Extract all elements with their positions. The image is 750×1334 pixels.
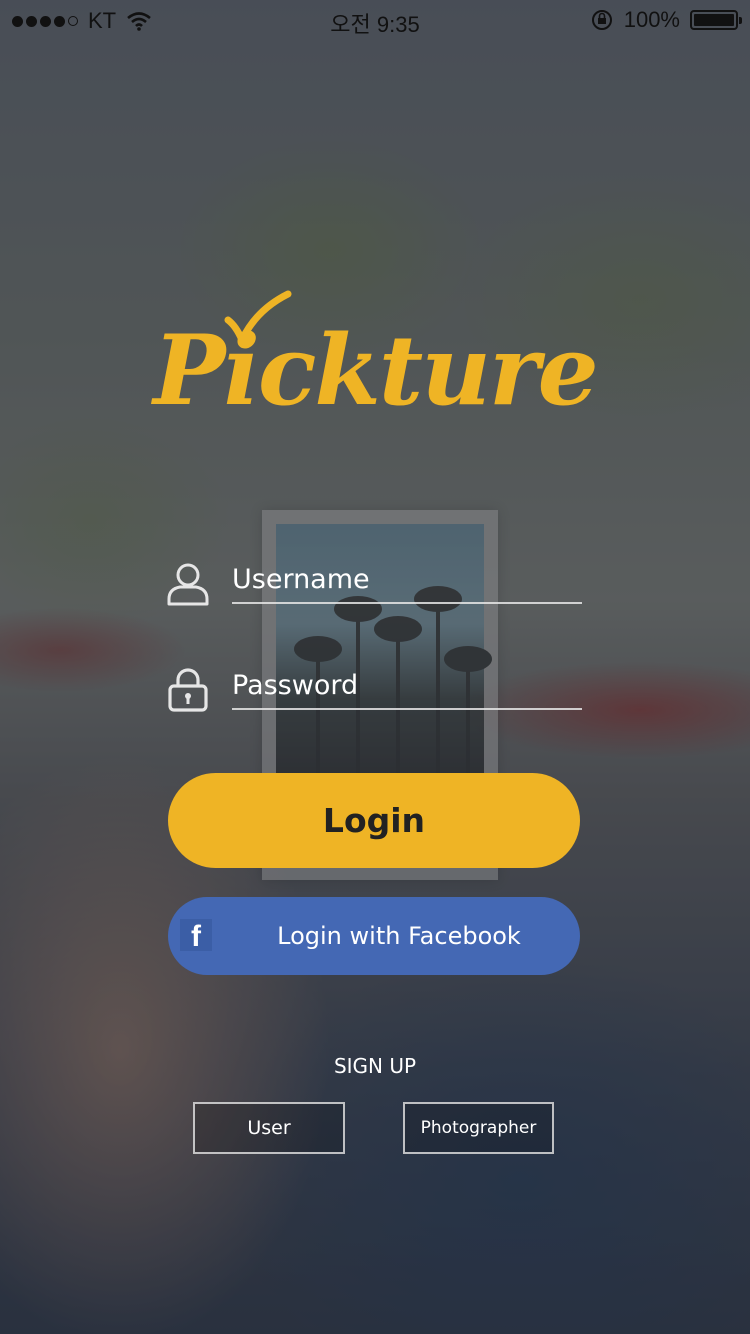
lock-icon: [168, 668, 208, 712]
password-input[interactable]: [232, 662, 582, 710]
facebook-login-label: Login with Facebook: [277, 922, 521, 950]
battery-percentage: 100%: [623, 7, 680, 32]
username-field: [166, 556, 582, 616]
signup-heading: SIGN UP: [333, 1054, 417, 1078]
facebook-login-button[interactable]: f Login with Facebook: [168, 897, 580, 975]
signup-user-button[interactable]: User: [193, 1102, 345, 1154]
battery-icon: [690, 10, 742, 30]
status-bar: KT 오전 9:35 100%: [0, 0, 750, 40]
login-screen: KT 오전 9:35 100% Pickture Username Login …: [0, 0, 750, 1334]
app-logo: Pickture: [130, 290, 620, 430]
orientation-lock-icon: [591, 10, 612, 30]
password-field: [166, 662, 582, 722]
username-input[interactable]: [232, 556, 582, 604]
facebook-icon: f: [180, 919, 212, 951]
user-icon: [167, 563, 209, 606]
login-button[interactable]: Login: [168, 773, 580, 868]
signup-photographer-button[interactable]: Photographer: [403, 1102, 554, 1154]
logo-wordmark: Pickture: [153, 314, 598, 427]
